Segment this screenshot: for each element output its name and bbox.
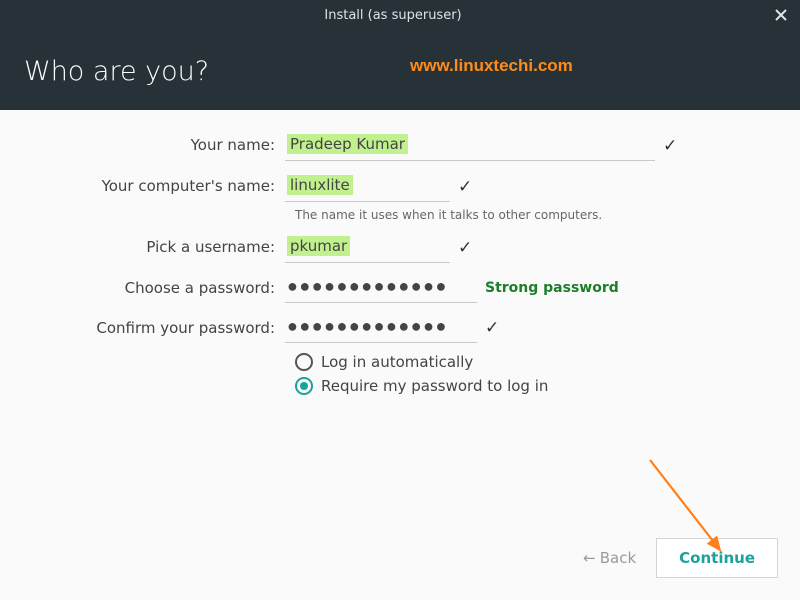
- confirm-label: Confirm your password:: [0, 313, 285, 337]
- password-strength: Strong password: [485, 280, 619, 296]
- hostname-input[interactable]: linuxlite: [285, 171, 450, 202]
- check-icon: ✓: [663, 136, 677, 156]
- name-input[interactable]: Pradeep Kumar: [285, 130, 655, 161]
- check-icon: ✓: [458, 177, 472, 197]
- name-label: Your name:: [0, 130, 285, 154]
- check-icon: ✓: [485, 318, 499, 338]
- username-label: Pick a username:: [0, 232, 285, 256]
- confirm-input[interactable]: ●●●●●●●●●●●●●: [285, 313, 477, 343]
- password-input[interactable]: ●●●●●●●●●●●●●: [285, 273, 477, 303]
- arrow-left-icon: ←: [583, 549, 596, 567]
- user-form: Your name: Pradeep Kumar ✓ Your computer…: [0, 130, 800, 401]
- check-icon: ✓: [458, 238, 472, 258]
- password-label: Choose a password:: [0, 273, 285, 297]
- username-input[interactable]: pkumar: [285, 232, 450, 263]
- login-auto-radio[interactable]: Log in automatically: [295, 353, 800, 371]
- login-require-radio[interactable]: Require my password to log in: [295, 377, 800, 395]
- watermark-text: www.linuxtechi.com: [410, 56, 573, 76]
- continue-button[interactable]: Continue: [656, 538, 778, 578]
- back-button[interactable]: ← Back: [583, 549, 636, 567]
- page-title: Who are you?: [24, 56, 209, 87]
- hostname-label: Your computer's name:: [0, 171, 285, 195]
- hostname-hint: The name it uses when it talks to other …: [295, 208, 800, 222]
- close-icon[interactable]: [774, 8, 788, 22]
- window-title: Install (as superuser): [12, 8, 774, 23]
